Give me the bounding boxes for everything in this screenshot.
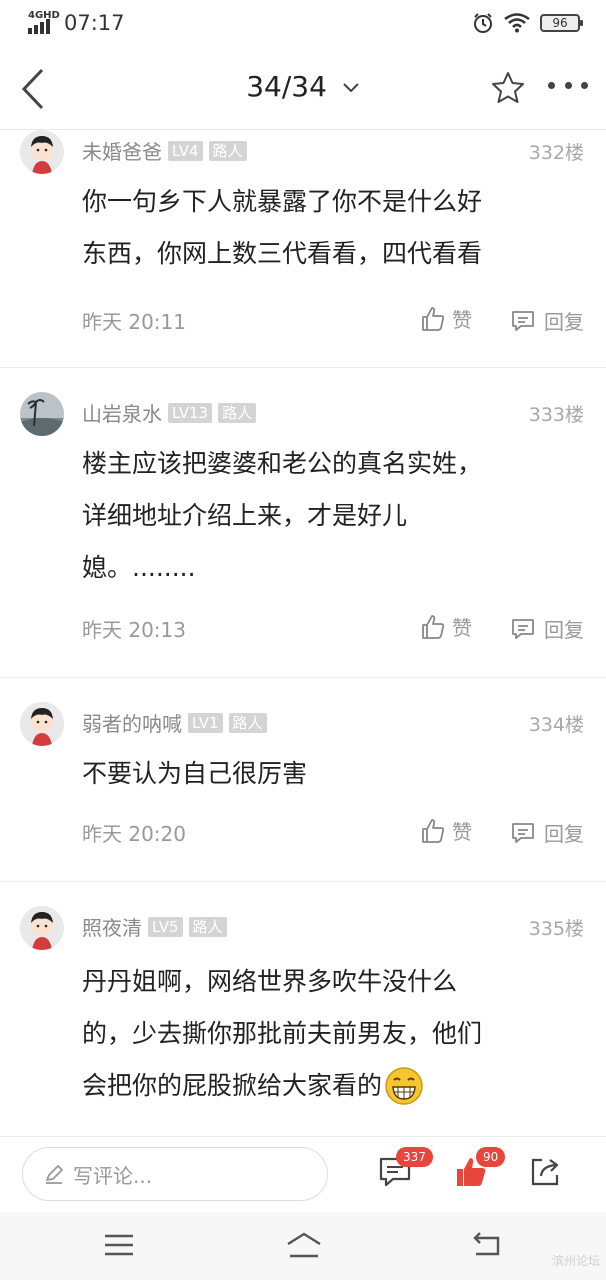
avatar[interactable] bbox=[20, 392, 64, 436]
reply-label: 回复 bbox=[544, 618, 584, 642]
pencil-icon bbox=[46, 1165, 63, 1184]
level-badge: LV1 bbox=[188, 712, 223, 733]
thumbs-up-button[interactable]: 90 bbox=[454, 1147, 506, 1195]
menu-icon[interactable] bbox=[102, 1230, 136, 1260]
comment-content: 楼主应该把婆婆和老公的真名实姓， 详细地址介绍上来，才是好儿 媳。.......… bbox=[82, 438, 562, 594]
status-bar: 4GHD 07:17 96 bbox=[0, 0, 606, 48]
reply-button[interactable]: 回复 bbox=[510, 818, 584, 847]
comment-line: 你一句乡下人就暴露了你不是什么好 bbox=[82, 187, 483, 216]
username[interactable]: 山岩泉水 bbox=[82, 398, 162, 427]
level-badge: LV13 bbox=[168, 402, 213, 423]
avatar[interactable] bbox=[20, 702, 64, 746]
bottom-action-bar: 写评论... 337 90 bbox=[0, 1136, 606, 1212]
grin-emoji-icon bbox=[385, 1067, 423, 1105]
comment-line: 的，少去撕你那批前夫前男友，他们 bbox=[82, 1019, 483, 1048]
signal-icon: 4GHD bbox=[26, 10, 60, 36]
role-badge: 路人 bbox=[188, 916, 227, 937]
floor-number: 334楼 bbox=[528, 714, 584, 736]
comment-line: 会把你的屁股掀给大家看的 bbox=[82, 1071, 383, 1100]
comment-item: 弱者的呐喊 LV1 路人 334楼 不要认为自己很厉害 昨天 20:20 赞 回… bbox=[0, 678, 606, 882]
reply-button[interactable]: 回复 bbox=[510, 614, 584, 643]
avatar[interactable] bbox=[20, 906, 64, 950]
battery-indicator: 96 bbox=[540, 14, 583, 32]
thumbs-up-icon bbox=[422, 306, 445, 331]
floor-number: 332楼 bbox=[528, 142, 584, 164]
like-label: 赞 bbox=[452, 308, 472, 332]
comment-item: 照夜清 LV5 路人 335楼 丹丹姐啊，网络世界多吹牛没什么 的，少去撕你那批… bbox=[0, 882, 606, 1136]
reply-button[interactable]: 回复 bbox=[510, 306, 584, 335]
username[interactable]: 弱者的呐喊 bbox=[82, 708, 182, 737]
page-indicator-label: 34/34 bbox=[246, 70, 327, 103]
reply-label: 回复 bbox=[544, 310, 584, 334]
comment-line: 丹丹姐啊，网络世界多吹牛没什么 bbox=[82, 967, 458, 996]
comment-content: 不要认为自己很厉害 bbox=[82, 748, 562, 800]
user-line: 照夜清 LV5 路人 bbox=[82, 912, 227, 941]
role-badge: 路人 bbox=[218, 402, 257, 423]
comment-count-badge: 337 bbox=[396, 1147, 433, 1167]
like-button[interactable]: 赞 bbox=[420, 816, 472, 845]
comment-placeholder: 写评论... bbox=[73, 1163, 153, 1188]
thumbs-up-icon bbox=[422, 818, 445, 843]
reply-bubble-icon bbox=[512, 822, 534, 843]
chevron-down-icon bbox=[343, 83, 359, 93]
reply-bubble-icon bbox=[512, 618, 534, 639]
reply-label: 回复 bbox=[544, 822, 584, 846]
forum-watermark: 滨州论坛 bbox=[551, 1254, 600, 1268]
comment-line-with-emoji: 会把你的屁股掀给大家看的 bbox=[82, 1060, 562, 1112]
user-line: 未婚爸爸 LV4 路人 bbox=[82, 136, 247, 165]
clock: 07:17 bbox=[64, 11, 125, 35]
more-menu-icon[interactable] bbox=[548, 82, 588, 94]
alarm-icon bbox=[474, 13, 492, 33]
like-button[interactable]: 赞 bbox=[420, 304, 472, 333]
status-left: 4GHD 07:17 bbox=[26, 10, 125, 36]
comment-item: 山岩泉水 LV13 路人 333楼 楼主应该把婆婆和老公的真名实姓， 详细地址介… bbox=[0, 368, 606, 678]
level-badge: LV4 bbox=[168, 140, 203, 161]
back-icon[interactable] bbox=[470, 1230, 504, 1260]
share-button[interactable] bbox=[528, 1155, 568, 1195]
reply-bubble-icon bbox=[512, 310, 534, 331]
level-badge: LV5 bbox=[148, 916, 183, 937]
floor-number: 335楼 bbox=[528, 918, 584, 940]
comment-line: 媳。........ bbox=[82, 553, 196, 582]
comment-input[interactable]: 写评论... bbox=[22, 1147, 328, 1201]
like-label: 赞 bbox=[452, 616, 472, 640]
top-nav-bar: 34/34 bbox=[0, 48, 606, 130]
thumbs-up-icon bbox=[422, 614, 445, 639]
like-button[interactable]: 赞 bbox=[420, 612, 472, 641]
username[interactable]: 照夜清 bbox=[82, 912, 142, 941]
share-icon bbox=[531, 1158, 559, 1186]
system-nav-bar: 滨州论坛 bbox=[0, 1212, 606, 1280]
comment-line: 详细地址介绍上来，才是好儿 bbox=[82, 501, 408, 530]
like-label: 赞 bbox=[452, 820, 472, 844]
comment-time: 昨天 20:11 bbox=[82, 310, 186, 334]
comment-line: 不要认为自己很厉害 bbox=[82, 759, 308, 788]
comment-line: 东西，你网上数三代看看，四代看看 bbox=[82, 239, 483, 268]
comment-time: 昨天 20:20 bbox=[82, 822, 186, 846]
comment-content: 你一句乡下人就暴露了你不是什么好 东西，你网上数三代看看，四代看看 bbox=[82, 176, 562, 280]
wifi-icon bbox=[504, 13, 530, 33]
username[interactable]: 未婚爸爸 bbox=[82, 136, 162, 165]
status-right: 96 bbox=[472, 12, 583, 34]
user-line: 弱者的呐喊 LV1 路人 bbox=[82, 708, 267, 737]
comment-item: 未婚爸爸 LV4 路人 332楼 你一句乡下人就暴露了你不是什么好 东西，你网上… bbox=[0, 130, 606, 368]
favorite-star-icon[interactable] bbox=[490, 70, 526, 106]
comments-button[interactable]: 337 bbox=[378, 1147, 433, 1195]
comment-line: 楼主应该把婆婆和老公的真名实姓， bbox=[82, 449, 483, 478]
role-badge: 路人 bbox=[228, 712, 267, 733]
floor-number: 333楼 bbox=[528, 404, 584, 426]
role-badge: 路人 bbox=[208, 140, 247, 161]
battery-level: 96 bbox=[552, 16, 568, 30]
avatar[interactable] bbox=[20, 130, 64, 174]
like-count-badge: 90 bbox=[476, 1147, 506, 1167]
comment-content: 丹丹姐啊，网络世界多吹牛没什么 的，少去撕你那批前夫前男友，他们 会把你的屁股掀… bbox=[82, 956, 562, 1112]
user-line: 山岩泉水 LV13 路人 bbox=[82, 398, 257, 427]
home-icon[interactable] bbox=[284, 1230, 324, 1260]
comment-time: 昨天 20:13 bbox=[82, 618, 186, 642]
